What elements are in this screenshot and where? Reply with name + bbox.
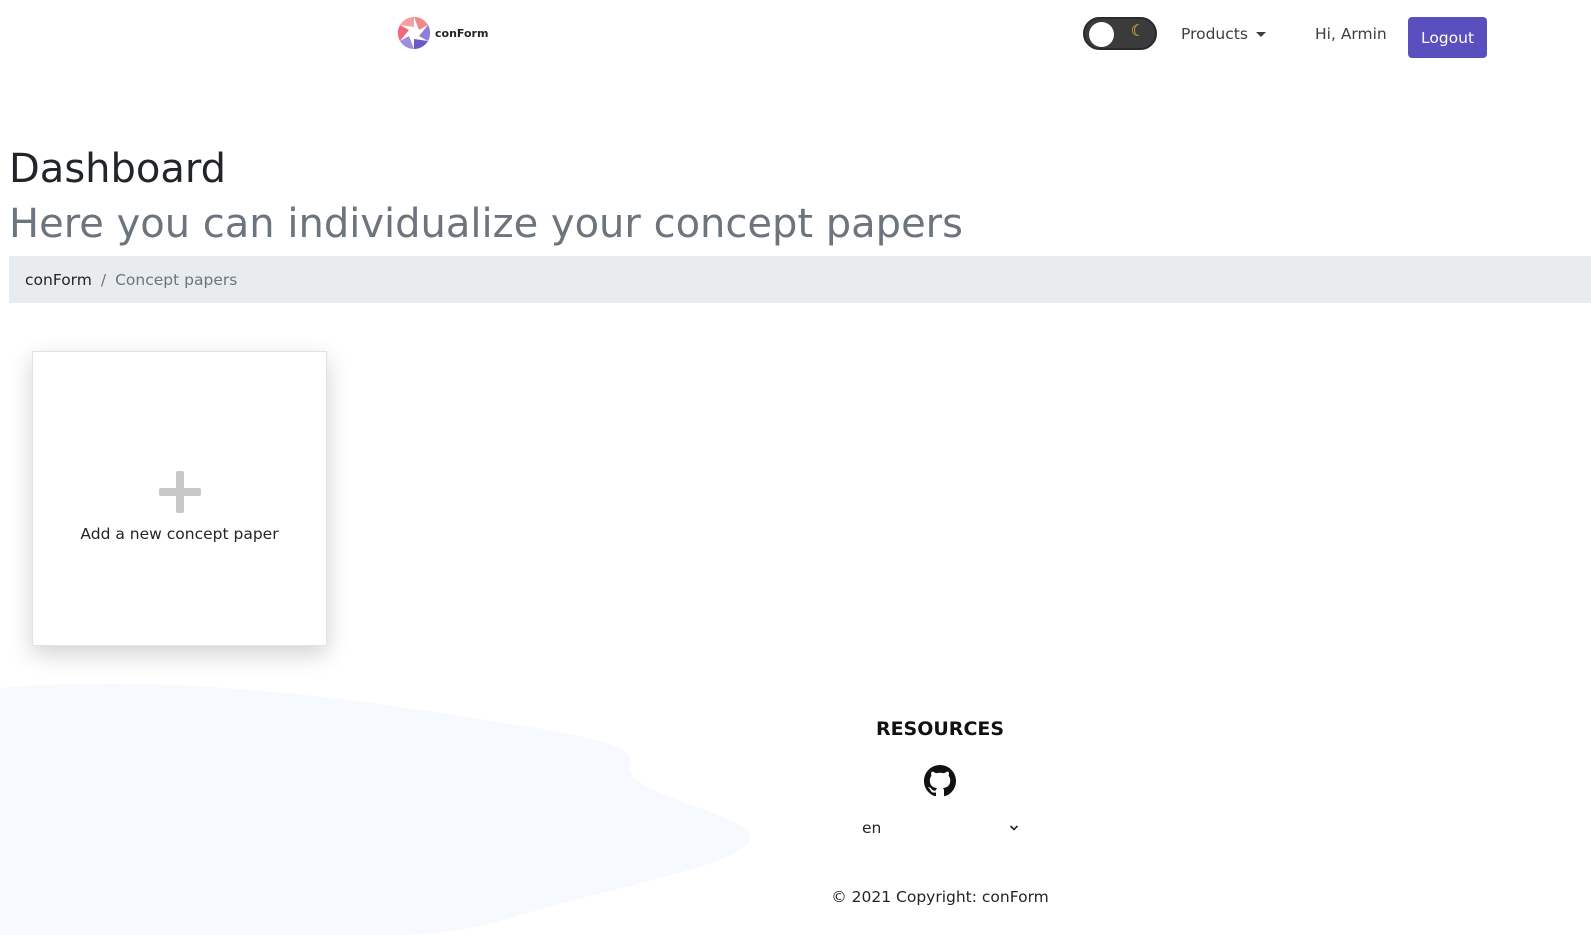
products-dropdown[interactable]: Products: [1181, 25, 1266, 43]
moon-icon: ☾: [1130, 21, 1145, 40]
toggle-knob: [1089, 22, 1114, 47]
breadcrumb-item-conform[interactable]: conForm: [25, 271, 92, 289]
footer-background-wave: [0, 683, 751, 935]
navbar: conForm ☾ Products Hi, Armin Logout: [0, 0, 1591, 75]
breadcrumb: conForm / Concept papers: [9, 256, 1591, 303]
user-greeting: Hi, Armin: [1315, 25, 1387, 43]
github-icon[interactable]: [924, 765, 956, 797]
breadcrumb-item-concept-papers: Concept papers: [115, 270, 238, 289]
logout-button[interactable]: Logout: [1408, 17, 1487, 58]
footer-resources-heading: RESOURCES: [875, 718, 1005, 740]
page-title: Dashboard: [9, 146, 227, 192]
brand-name: conForm: [435, 26, 489, 40]
copyright-text: © 2021 Copyright: conForm: [831, 888, 1049, 906]
page-subtitle: Here you can individualize your concept …: [9, 201, 963, 247]
chevron-down-icon: [1009, 825, 1019, 831]
products-label: Products: [1181, 25, 1248, 43]
language-select-value: en: [862, 819, 882, 837]
add-concept-paper-card[interactable]: Add a new concept paper: [32, 351, 327, 646]
add-concept-paper-label: Add a new concept paper: [80, 524, 279, 543]
language-select[interactable]: en: [853, 814, 1027, 842]
breadcrumb-separator: /: [100, 270, 107, 289]
conform-logo-icon: [397, 16, 431, 50]
plus-icon: [158, 470, 201, 513]
brand-link[interactable]: conForm: [397, 16, 488, 50]
caret-down-icon: [1255, 31, 1266, 37]
dark-mode-toggle[interactable]: ☾: [1083, 17, 1157, 50]
